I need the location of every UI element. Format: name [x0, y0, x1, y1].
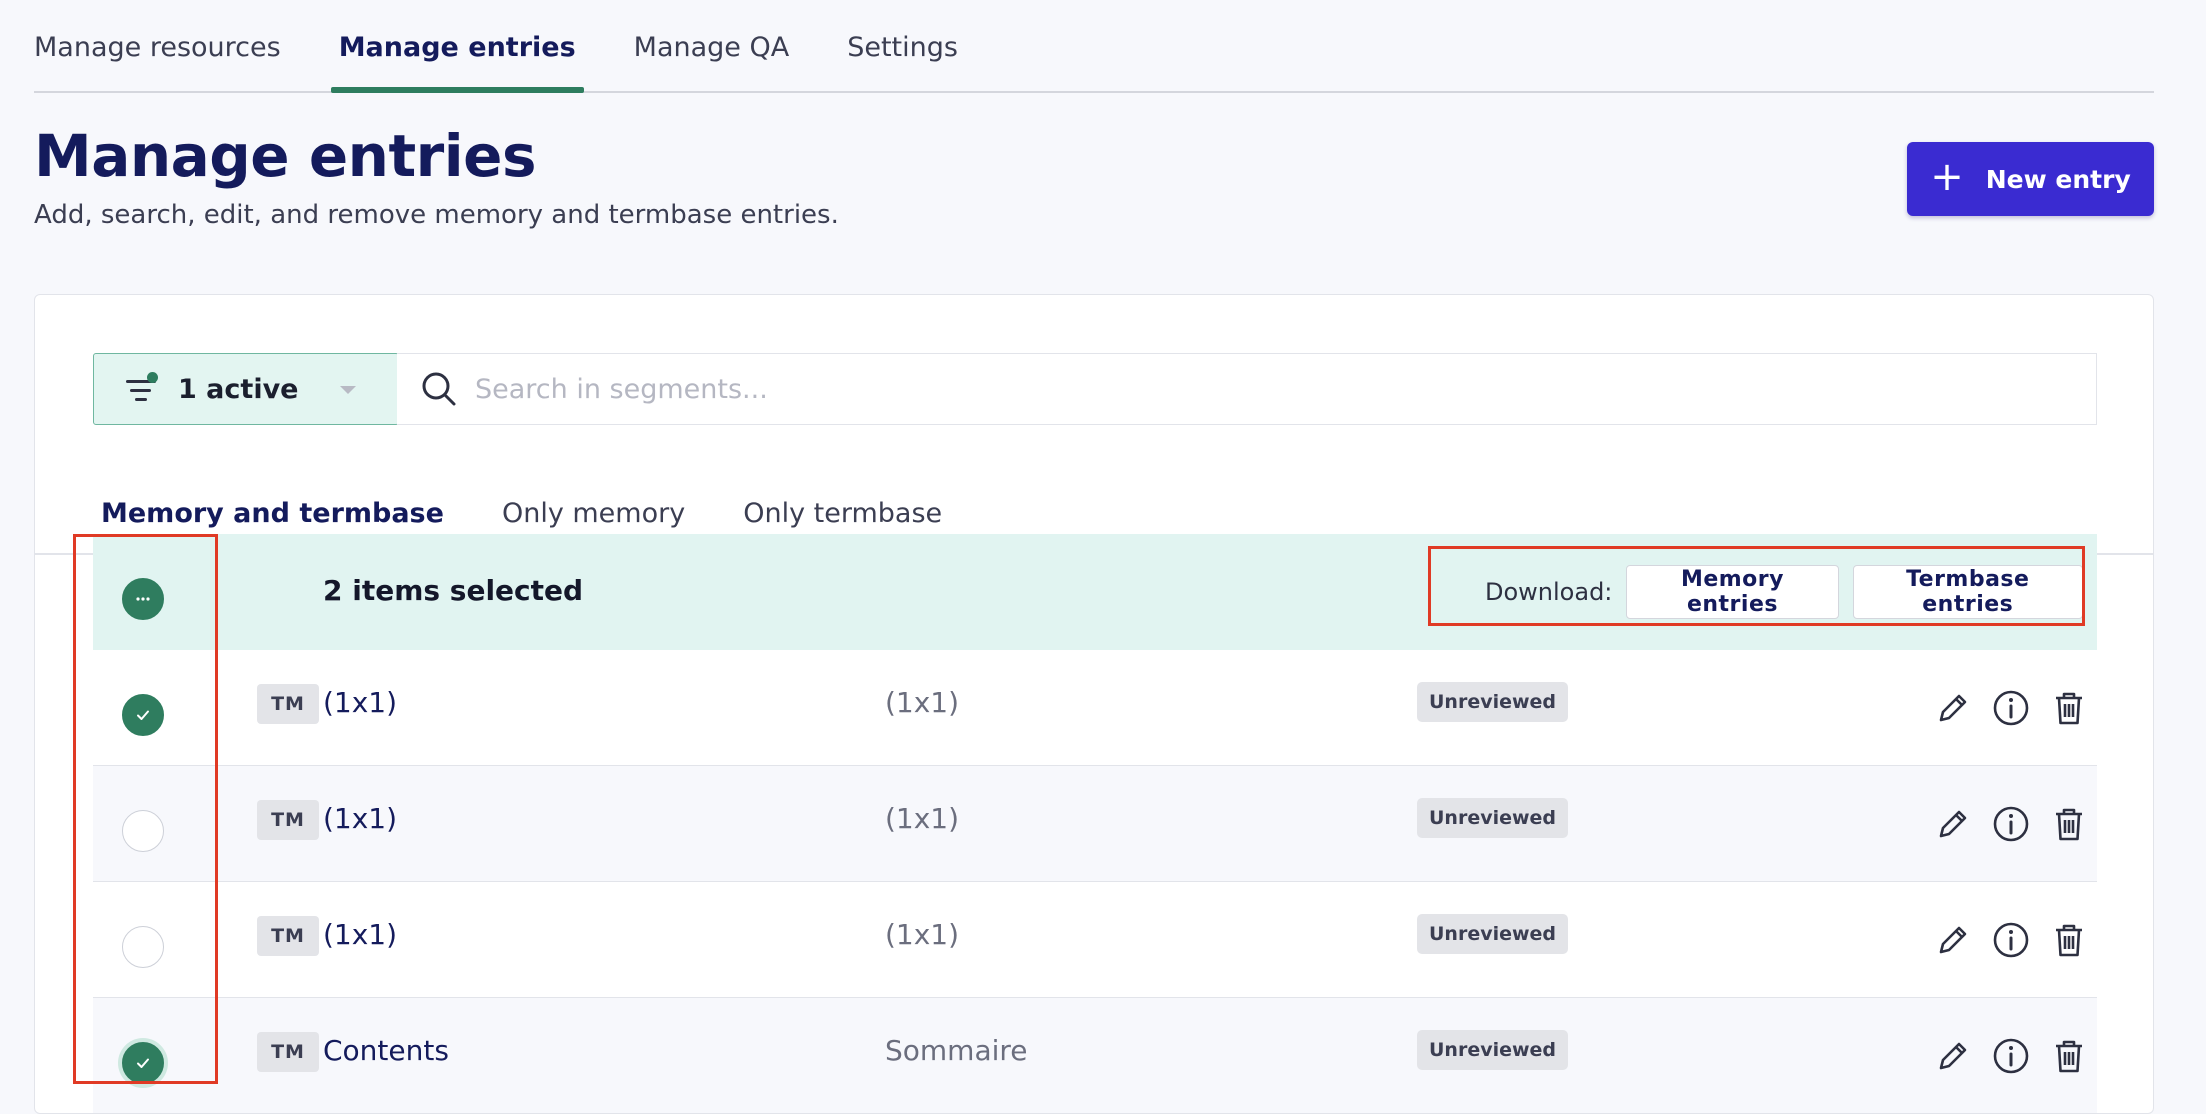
download-termbase-button[interactable]: Termbase entries: [1852, 565, 2083, 619]
row-checkbox[interactable]: [122, 694, 164, 736]
status-badge: Unreviewed: [1417, 1030, 1569, 1070]
filter-icon: [126, 372, 160, 404]
source-text: (1x1): [323, 918, 398, 951]
pencil-icon: [1939, 926, 1967, 954]
table-row: TM (1x1) (1x1) Unreviewed: [93, 766, 2097, 882]
table-row: TM Contents Sommaire Unreviewed: [93, 998, 2097, 1114]
more-icon: [136, 597, 150, 601]
download-group: Download: Memory entries Termbase entrie…: [1449, 548, 2097, 636]
tab-manage-resources[interactable]: Manage resources: [20, 0, 295, 91]
plus-icon: +: [1930, 154, 1964, 200]
check-icon: [137, 1058, 149, 1068]
pencil-icon: [1939, 694, 1967, 722]
delete-button[interactable]: [2047, 918, 2091, 962]
select-all-checkbox[interactable]: [122, 578, 164, 620]
row-actions: [1931, 802, 2091, 846]
trash-icon: [2056, 1040, 2082, 1073]
chevron-down-icon: [340, 386, 356, 394]
entry-type-tag: TM: [257, 1032, 319, 1072]
row-actions: [1931, 686, 2091, 730]
search-input[interactable]: [475, 373, 1975, 405]
info-button[interactable]: [1989, 1034, 2033, 1078]
selected-count: 2 items selected: [323, 574, 584, 607]
target-text: (1x1): [885, 686, 960, 719]
check-icon: [137, 710, 149, 720]
download-label: Download:: [1485, 578, 1613, 606]
row-actions: [1931, 918, 2091, 962]
info-icon: [1993, 690, 2029, 726]
target-text: (1x1): [885, 918, 960, 951]
entries-card: 1 active Memory and termbase Only memory…: [34, 294, 2154, 1114]
row-checkbox[interactable]: [122, 1042, 164, 1084]
source-text: (1x1): [323, 686, 398, 719]
trash-icon: [2056, 924, 2082, 957]
info-button[interactable]: [1989, 918, 2033, 962]
status-badge: Unreviewed: [1417, 914, 1569, 954]
edit-button[interactable]: [1931, 686, 1975, 730]
edit-button[interactable]: [1931, 918, 1975, 962]
edit-button[interactable]: [1931, 1034, 1975, 1078]
tab-manage-qa[interactable]: Manage QA: [620, 0, 804, 91]
row-checkbox[interactable]: [122, 926, 164, 968]
status-badge: Unreviewed: [1417, 798, 1569, 838]
target-text: (1x1): [885, 802, 960, 835]
filter-label: 1 active: [178, 373, 299, 405]
table-row: TM (1x1) (1x1) Unreviewed: [93, 650, 2097, 766]
source-text: (1x1): [323, 802, 398, 835]
search-icon: [422, 372, 456, 406]
info-button[interactable]: [1989, 686, 2033, 730]
entry-type-tag: TM: [257, 684, 319, 724]
trash-icon: [2056, 692, 2082, 725]
pencil-icon: [1939, 1042, 1967, 1070]
delete-button[interactable]: [2047, 1034, 2091, 1078]
page-subtitle: Add, search, edit, and remove memory and…: [34, 200, 839, 230]
entry-type-tag: TM: [257, 916, 319, 956]
table-row: TM (1x1) (1x1) Unreviewed: [93, 882, 2097, 998]
pencil-icon: [1939, 810, 1967, 838]
new-entry-label: New entry: [1985, 164, 2131, 194]
info-icon: [1993, 806, 2029, 842]
trash-icon: [2056, 808, 2082, 841]
page-title: Manage entries: [34, 122, 537, 190]
info-button[interactable]: [1989, 802, 2033, 846]
active-filter-dot: [147, 372, 158, 383]
tab-manage-entries[interactable]: Manage entries: [325, 0, 590, 93]
info-icon: [1993, 922, 2029, 958]
row-checkbox[interactable]: [122, 810, 164, 852]
search-box: [397, 353, 2097, 425]
info-icon: [1993, 1038, 2029, 1074]
selection-bar: 2 items selected Download: Memory entrie…: [93, 534, 2097, 650]
source-text: Contents: [323, 1034, 449, 1067]
new-entry-button[interactable]: + New entry: [1907, 142, 2154, 216]
top-nav: Manage resources Manage entries Manage Q…: [34, 0, 2154, 93]
target-text: Sommaire: [885, 1034, 1028, 1067]
edit-button[interactable]: [1931, 802, 1975, 846]
tab-settings[interactable]: Settings: [833, 0, 972, 91]
delete-button[interactable]: [2047, 802, 2091, 846]
status-badge: Unreviewed: [1417, 682, 1569, 722]
row-actions: [1931, 1034, 2091, 1078]
download-memory-button[interactable]: Memory entries: [1626, 565, 1839, 619]
filter-dropdown[interactable]: 1 active: [93, 353, 399, 425]
delete-button[interactable]: [2047, 686, 2091, 730]
entry-type-tag: TM: [257, 800, 319, 840]
